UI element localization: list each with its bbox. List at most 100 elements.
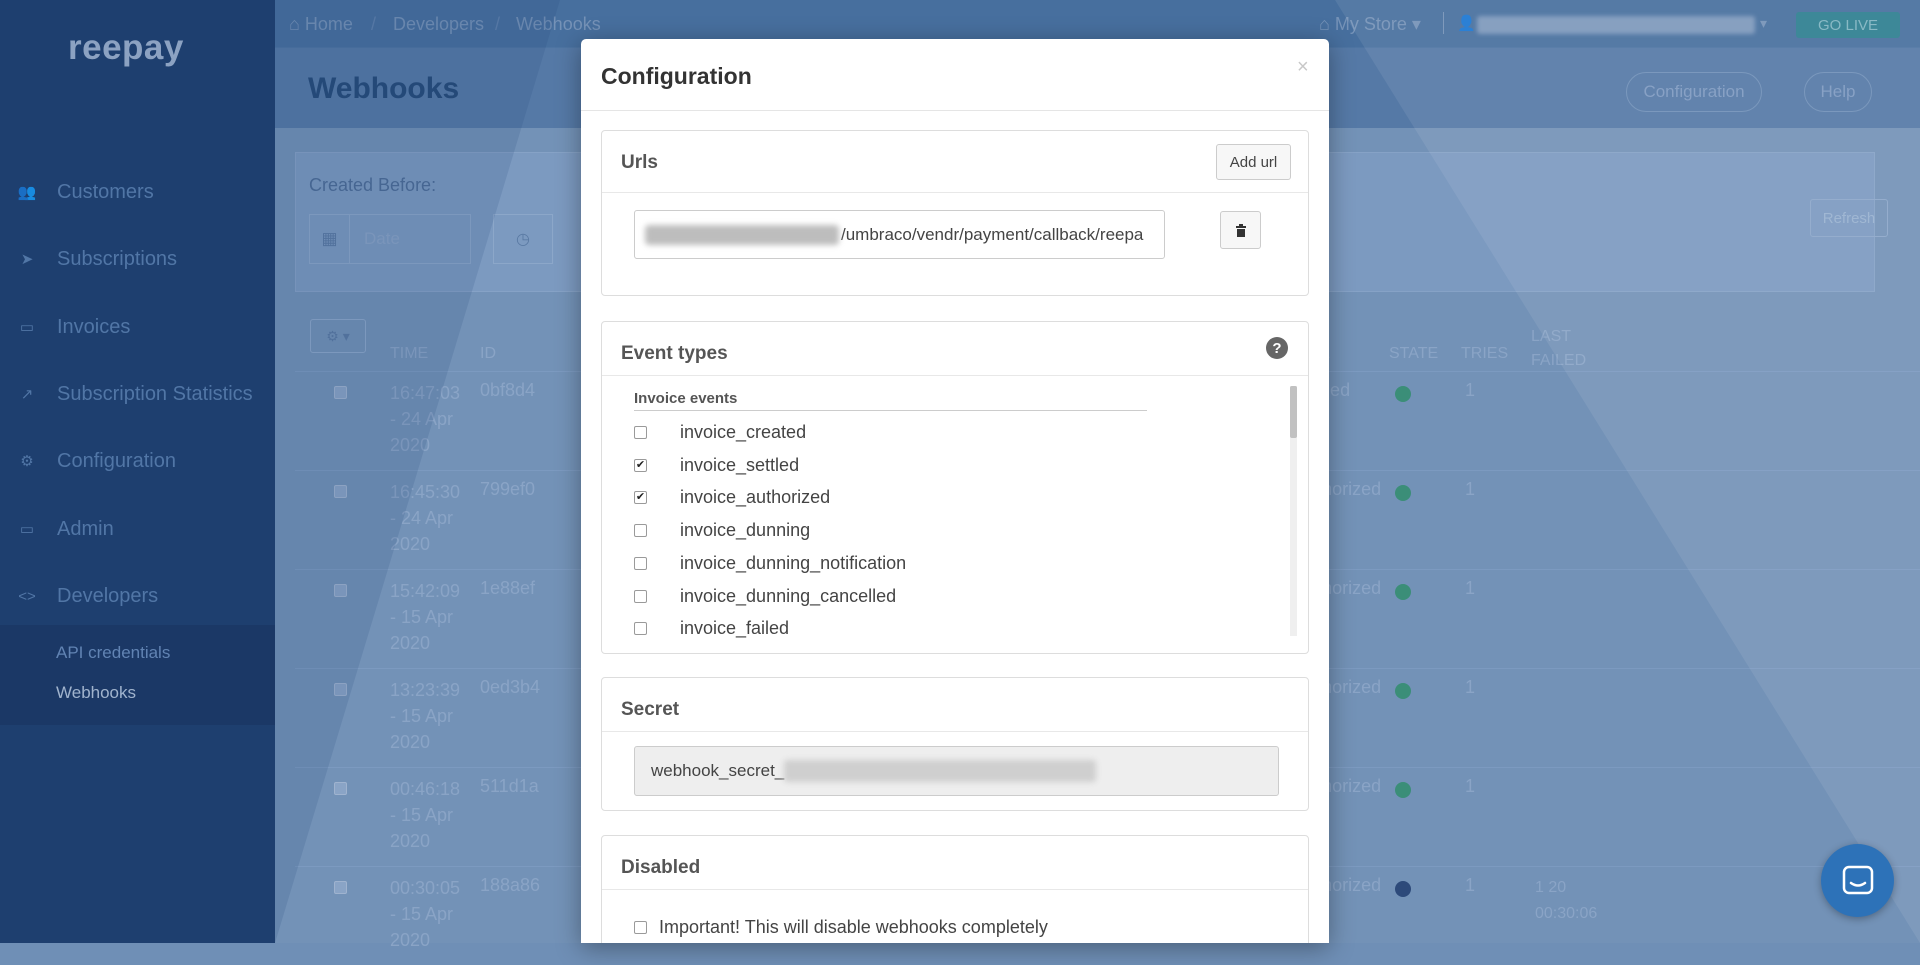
webhook-url-input[interactable]: /umbraco/vendr/payment/callback/reepa <box>634 210 1165 259</box>
sidebar-item-label: Subscription Statistics <box>57 382 253 405</box>
home-icon: ⌂ <box>1319 14 1335 34</box>
code-icon: <> <box>18 587 36 605</box>
column-header-last-failed[interactable]: LAST FAILED <box>1531 325 1586 373</box>
cell-tries: 1 <box>1465 875 1476 895</box>
event-option[interactable]: invoice_dunning_cancelled <box>634 584 896 608</box>
event-checkbox[interactable] <box>634 425 647 439</box>
home-icon: ⌂ <box>289 14 305 34</box>
state-indicator <box>1395 485 1411 501</box>
breadcrumb-separator: / <box>371 14 377 34</box>
row-checkbox[interactable] <box>334 386 347 399</box>
row-checkbox[interactable] <box>334 584 347 597</box>
date-field[interactable]: ▦ Date <box>309 214 471 264</box>
sidebar-item-label: Developers <box>57 584 159 607</box>
cell-id: 188a86 <box>480 875 541 895</box>
caret-down-icon: ▾ <box>1406 14 1421 34</box>
row-checkbox[interactable] <box>334 782 347 795</box>
row-checkbox[interactable] <box>334 485 347 498</box>
gears-icon: ⚙ ▾ <box>326 327 350 344</box>
cell-time: 15:42:09 - 15 Apr 2020 <box>390 581 461 653</box>
reepay-logo[interactable]: reepay <box>68 28 184 68</box>
disabled-panel: Disabled Important! This will disable we… <box>601 835 1309 943</box>
sidebar-item-subscriptions[interactable]: ➤ Subscriptions <box>0 237 275 281</box>
webhook-secret-field[interactable]: webhook_secret_ <box>634 746 1279 796</box>
cell-tries: 1 <box>1465 776 1476 796</box>
event-checkbox[interactable] <box>634 523 647 537</box>
state-indicator <box>1395 584 1411 600</box>
sidebar-item-label: Invoices <box>57 315 131 338</box>
sidebar-item-invoices[interactable]: ▭ Invoices <box>0 305 275 349</box>
users-icon: 👥 <box>17 184 37 201</box>
go-live-button[interactable]: GO LIVE <box>1796 12 1900 38</box>
sidebar-item-customers[interactable]: 👥 Customers <box>0 170 275 214</box>
sidebar: reepay 👥 Customers ➤ Subscriptions ▭ Inv… <box>0 0 275 943</box>
modal-title: Configuration <box>601 63 752 89</box>
store-selector[interactable]: ⌂ My Store ▾ <box>1319 14 1421 35</box>
secret-panel: Secret webhook_secret_ <box>601 677 1309 811</box>
calendar-icon: ▦ <box>310 215 350 263</box>
caret-down-icon[interactable]: ▾ <box>1760 15 1767 32</box>
delete-url-button[interactable] <box>1220 211 1261 249</box>
developers-subnav: API credentials Webhooks <box>0 625 275 725</box>
event-checkbox[interactable] <box>634 556 647 570</box>
help-icon[interactable]: ? <box>1266 337 1288 359</box>
event-option[interactable]: ✔ invoice_settled <box>634 453 799 477</box>
secret-title: Secret <box>621 699 680 720</box>
event-option[interactable]: invoice_failed <box>634 616 789 640</box>
event-types-list[interactable]: Invoice events invoice_created ✔ invoice… <box>602 376 1308 653</box>
column-settings-button[interactable]: ⚙ ▾ <box>310 319 366 353</box>
event-group-title: Invoice events <box>634 390 738 407</box>
event-option[interactable]: invoice_created <box>634 420 806 444</box>
event-checkbox[interactable]: ✔ <box>634 490 647 504</box>
event-checkbox[interactable]: ✔ <box>634 458 647 472</box>
event-option[interactable]: invoice_dunning <box>634 518 810 542</box>
user-menu[interactable] <box>1477 16 1755 34</box>
help-button[interactable]: Help <box>1804 72 1872 112</box>
cell-tries: 1 <box>1465 380 1476 400</box>
sidebar-item-developers[interactable]: <> Developers <box>0 574 275 618</box>
refresh-button[interactable]: Refresh <box>1810 199 1888 237</box>
chat-launcher-button[interactable] <box>1821 844 1894 917</box>
line-chart-icon: ↗ <box>20 386 34 403</box>
event-checkbox[interactable] <box>634 589 647 603</box>
clock-icon: ◷ <box>516 231 530 248</box>
row-checkbox[interactable] <box>334 683 347 696</box>
sidebar-item-admin[interactable]: ▭ Admin <box>0 507 275 551</box>
configuration-modal: Configuration × Urls Add url /umbraco/ve… <box>581 39 1329 943</box>
breadcrumb-developers[interactable]: Developers <box>393 14 484 35</box>
state-indicator <box>1395 881 1411 897</box>
breadcrumb-home[interactable]: ⌂ Home <box>289 14 353 35</box>
scrollbar-thumb[interactable] <box>1290 386 1297 438</box>
disable-webhooks-option[interactable]: Important! This will disable webhooks co… <box>634 917 1048 938</box>
cell-id: 0bf8d4 <box>480 380 536 400</box>
close-icon[interactable]: × <box>1297 57 1309 77</box>
event-option[interactable]: invoice_dunning_notification <box>634 551 906 575</box>
sidebar-item-subscription-statistics[interactable]: ↗ Subscription Statistics <box>0 372 275 416</box>
configuration-button[interactable]: Configuration <box>1626 72 1762 112</box>
event-types-panel: Event types ? Invoice events invoice_cre… <box>601 321 1309 654</box>
divider <box>1443 12 1444 34</box>
breadcrumb-webhooks: Webhooks <box>516 14 601 34</box>
check-icon: ✔ <box>635 490 646 503</box>
column-header-tries[interactable]: TRIES <box>1461 345 1508 363</box>
event-checkbox[interactable] <box>634 621 647 635</box>
sidebar-subitem-api-credentials[interactable]: API credentials <box>56 643 170 663</box>
column-header-time[interactable]: TIME <box>390 345 428 363</box>
column-header-id[interactable]: ID <box>480 345 496 363</box>
sidebar-item-configuration[interactable]: ⚙ Configuration <box>0 439 275 483</box>
time-field[interactable]: ◷ <box>493 214 553 264</box>
redacted-host <box>645 224 839 245</box>
sidebar-subitem-webhooks[interactable]: Webhooks <box>56 683 136 703</box>
check-icon: ✔ <box>635 458 646 471</box>
cell-time: 00:30:05 - 15 Apr 2020 <box>390 878 461 950</box>
add-url-button[interactable]: Add url <box>1216 144 1291 180</box>
disable-webhooks-checkbox[interactable] <box>634 921 647 934</box>
modal-header: Configuration × <box>581 39 1329 111</box>
panel-header: Disabled <box>602 836 1308 890</box>
event-option[interactable]: ✔ invoice_authorized <box>634 485 830 509</box>
row-checkbox[interactable] <box>334 881 347 894</box>
column-header-state[interactable]: STATE <box>1389 345 1438 363</box>
panel-header: Secret <box>602 678 1308 732</box>
cell-time: 00:46:18 - 15 Apr 2020 <box>390 779 461 851</box>
sidebar-item-label: Customers <box>57 180 154 203</box>
